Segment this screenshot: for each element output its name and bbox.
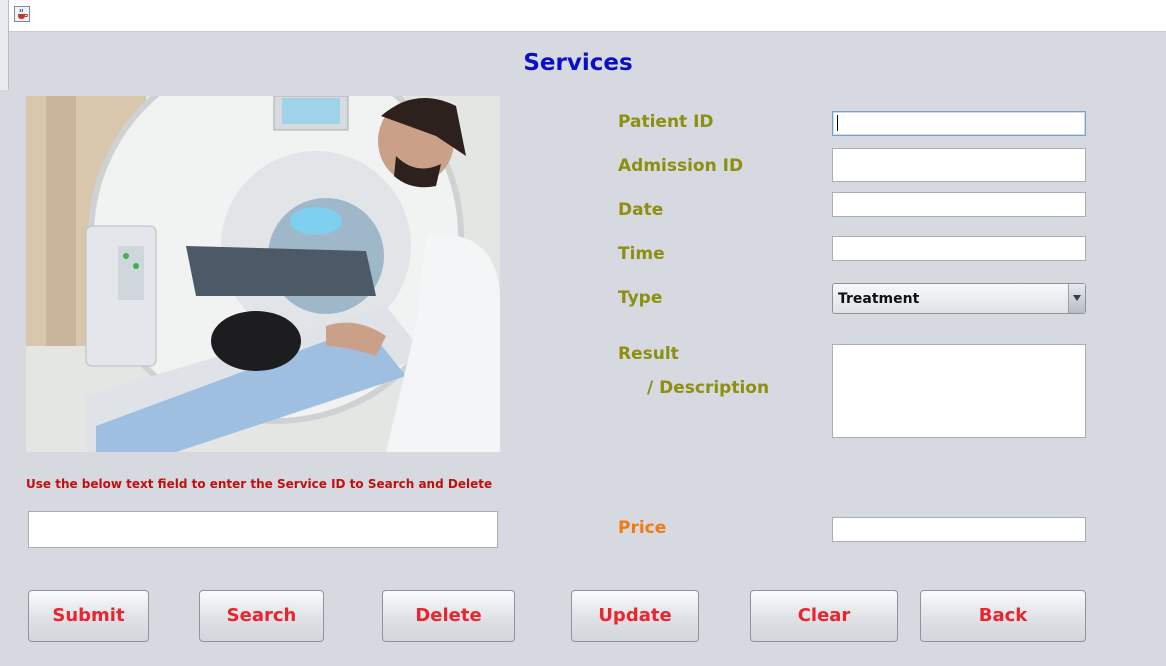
java-coffee-icon[interactable] [14, 6, 30, 22]
admission-id-field[interactable] [832, 148, 1086, 182]
page-title: Services [523, 50, 633, 76]
update-button[interactable]: Update [571, 590, 699, 642]
service-id-search-field[interactable] [28, 511, 498, 548]
submit-button[interactable]: Submit [28, 590, 149, 642]
back-button[interactable]: Back [920, 590, 1086, 642]
result-description-textarea[interactable] [832, 344, 1086, 438]
window-titlebar [0, 0, 1166, 32]
type-dropdown-value: Treatment [838, 291, 920, 307]
search-button[interactable]: Search [199, 590, 324, 642]
search-hint-text: Use the below text field to enter the Se… [26, 477, 493, 491]
price-field[interactable] [832, 517, 1086, 542]
chevron-down-icon[interactable] [1068, 284, 1085, 313]
admission-id-label: Admission ID [618, 156, 744, 176]
date-field[interactable] [832, 192, 1086, 217]
date-label: Date [618, 200, 664, 220]
description-label: / Description [647, 378, 770, 398]
patient-id-field[interactable] [832, 111, 1086, 136]
clear-button[interactable]: Clear [750, 590, 898, 642]
type-label: Type [618, 288, 663, 308]
type-dropdown[interactable]: Treatment [832, 283, 1086, 314]
delete-button[interactable]: Delete [382, 590, 515, 642]
window-left-edge [0, 0, 9, 90]
patient-id-label: Patient ID [618, 112, 714, 132]
price-label: Price [618, 518, 667, 538]
time-field[interactable] [832, 236, 1086, 261]
result-label: Result [618, 344, 679, 364]
text-caret [837, 115, 838, 131]
ct-scanner-photo [26, 96, 500, 452]
time-label: Time [618, 244, 665, 264]
